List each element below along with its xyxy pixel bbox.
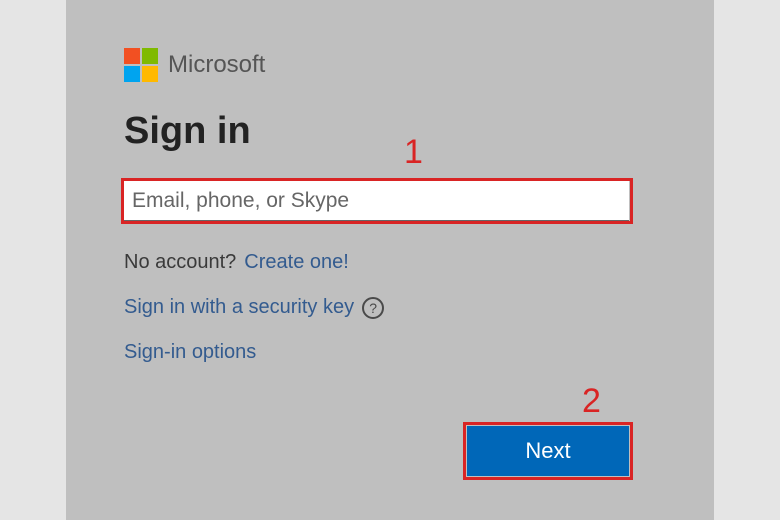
- signin-heading: Sign in: [124, 110, 656, 153]
- signin-card: Microsoft Sign in 1 No account? Create o…: [66, 0, 714, 520]
- create-account-link[interactable]: Create one!: [244, 251, 349, 274]
- microsoft-logo-icon: [124, 48, 158, 82]
- security-key-link-text: Sign in with a security key: [124, 296, 354, 319]
- brand-name: Microsoft: [168, 51, 265, 79]
- brand-row: Microsoft: [124, 48, 656, 82]
- next-button[interactable]: Next: [467, 426, 629, 476]
- signin-options-link[interactable]: Sign-in options: [124, 341, 256, 364]
- no-account-line: No account? Create one!: [124, 251, 656, 274]
- button-row: Next 2: [124, 426, 629, 476]
- email-input-wrap: 1: [124, 181, 656, 221]
- email-input[interactable]: [124, 181, 629, 221]
- security-key-link[interactable]: Sign in with a security key ?: [124, 296, 384, 319]
- no-account-text: No account?: [124, 251, 236, 274]
- help-icon[interactable]: ?: [362, 297, 384, 319]
- annotation-number-2: 2: [582, 382, 601, 421]
